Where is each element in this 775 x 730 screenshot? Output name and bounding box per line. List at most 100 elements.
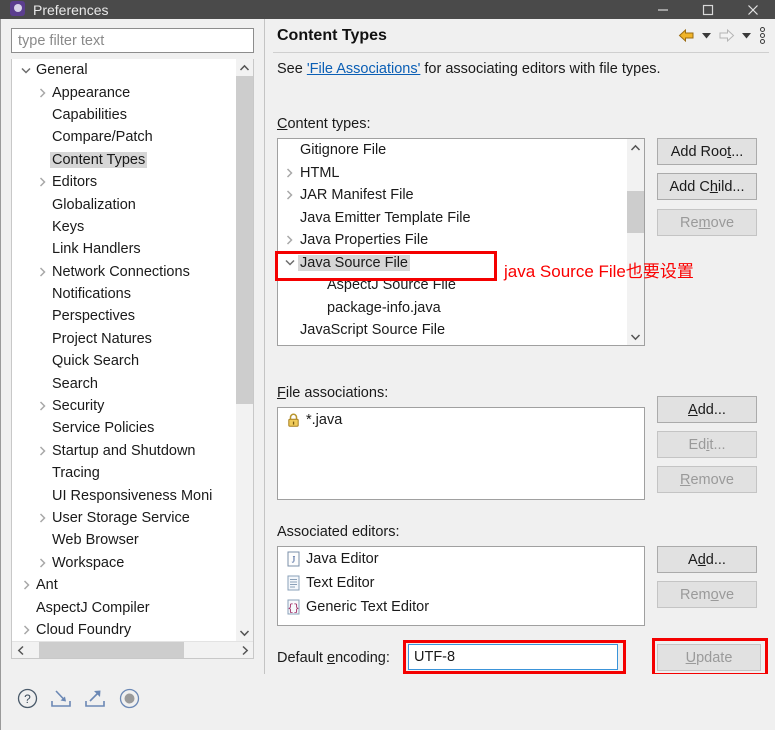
forward-menu-chevron-down-icon[interactable] (739, 25, 753, 47)
filter-input[interactable] (11, 28, 254, 53)
associated-editor-row[interactable]: Text Editor (278, 571, 644, 595)
sidebar-item-tracing[interactable]: Tracing (12, 462, 238, 484)
tree-horizontal-scrollbar[interactable] (12, 641, 253, 658)
chevron-right-icon[interactable] (281, 168, 298, 178)
sidebar-item-search[interactable]: Search (12, 372, 238, 394)
sidebar-item-appearance[interactable]: Appearance (12, 81, 238, 103)
import-icon[interactable] (49, 686, 73, 710)
file-associations-list[interactable]: *.java (277, 407, 645, 500)
sidebar-item-label: Appearance (52, 84, 131, 101)
sidebar-item-workspace[interactable]: Workspace (12, 552, 238, 574)
content-type-item[interactable]: Java Properties File (278, 229, 628, 252)
content-types-scrollbar[interactable] (627, 139, 644, 345)
scroll-down-icon[interactable] (236, 624, 253, 641)
scroll-right-icon[interactable] (236, 642, 253, 658)
sidebar-item-aspectj-compiler[interactable]: AspectJ Compiler (12, 596, 238, 618)
sidebar-item-general[interactable]: General (12, 59, 238, 81)
chevron-down-icon[interactable] (281, 259, 298, 266)
content-type-item[interactable]: Gitignore File (278, 139, 628, 162)
minimize-button[interactable] (640, 0, 685, 19)
sidebar-item-perspectives[interactable]: Perspectives (12, 305, 238, 327)
content-type-label: AspectJ Source File (327, 277, 456, 294)
vertical-dots-icon[interactable] (755, 25, 769, 47)
add-child-button[interactable]: Add Ch ild... (657, 173, 757, 200)
header-divider (273, 52, 769, 53)
sidebar-item-link-handlers[interactable]: Link Handlers (12, 238, 238, 260)
associated-editor-row[interactable]: {} Generic Text Editor (278, 595, 644, 619)
sidebar-item-service-policies[interactable]: Service Policies (12, 417, 238, 439)
tree-vertical-scrollbar[interactable] (236, 59, 253, 641)
content-type-item[interactable]: JAR Manifest File (278, 184, 628, 207)
sidebar-item-project-natures[interactable]: Project Natures (12, 328, 238, 350)
chevron-down-icon[interactable] (18, 67, 34, 74)
add-editor-button[interactable]: Ad d... (657, 546, 757, 573)
content-type-item[interactable]: JavaScript Source File (278, 319, 628, 342)
associated-editor-label: Text Editor (306, 575, 375, 591)
window-controls (640, 0, 775, 19)
associated-editor-row[interactable]: J Java Editor (278, 547, 644, 571)
sidebar-item-web-browser[interactable]: Web Browser (12, 529, 238, 551)
sidebar-item-ui-responsiveness-moni[interactable]: UI Responsiveness Moni (12, 484, 238, 506)
chevron-right-icon[interactable] (34, 558, 50, 568)
sidebar-item-capabilities[interactable]: Capabilities (12, 104, 238, 126)
add-file-association-button[interactable]: Add... (657, 396, 757, 423)
associated-editors-list[interactable]: J Java Editor Text Editor {} Generic Text Ed… (277, 546, 645, 626)
sidebar-item-ant[interactable]: Ant (12, 574, 238, 596)
back-arrow-icon[interactable] (675, 25, 697, 47)
tree-hscroll-thumb[interactable] (39, 642, 184, 658)
export-icon[interactable] (83, 686, 107, 710)
page-header: Content Types (265, 19, 775, 52)
scroll-up-icon[interactable] (236, 59, 253, 76)
content-types-list[interactable]: Gitignore File HTML JAR Manifest File Java … (277, 138, 645, 346)
sidebar-item-startup-and-shutdown[interactable]: Startup and Shutdown (12, 440, 238, 462)
content-type-label: Java Properties File (300, 232, 429, 249)
content-type-item[interactable]: package-info.java (278, 297, 628, 320)
content-type-label: Java Source File (298, 254, 410, 271)
sidebar-item-user-storage-service[interactable]: User Storage Service (12, 507, 238, 529)
sidebar-item-quick-search[interactable]: Quick Search (12, 350, 238, 372)
chevron-right-icon[interactable] (18, 580, 34, 590)
file-association-row[interactable]: *.java (278, 408, 644, 432)
content-type-label: package-info.java (327, 299, 441, 316)
maximize-button[interactable] (685, 0, 730, 19)
chevron-right-icon[interactable] (18, 625, 34, 635)
scroll-left-icon[interactable] (12, 642, 29, 658)
sidebar-item-editors[interactable]: Editors (12, 171, 238, 193)
sidebar-item-label: Content Types (50, 151, 148, 168)
sidebar-item-globalization[interactable]: Globalization (12, 193, 238, 215)
sidebar-item-keys[interactable]: Keys (12, 216, 238, 238)
sidebar-item-cloud-foundry[interactable]: Cloud Foundry (12, 619, 238, 641)
sidebar-item-label: Search (52, 375, 98, 392)
back-menu-chevron-down-icon[interactable] (699, 25, 713, 47)
preferences-tree[interactable]: General Appearance Capabilities Compare/Pat… (11, 59, 254, 659)
sidebar-item-label: Link Handlers (52, 241, 141, 258)
sidebar-item-content-types[interactable]: Content Types (12, 149, 238, 171)
scroll-down-icon[interactable] (627, 328, 644, 345)
default-encoding-input[interactable] (408, 644, 618, 670)
chevron-right-icon[interactable] (281, 190, 298, 200)
tree-scroll-thumb[interactable] (236, 76, 253, 404)
sidebar-item-label: Globalization (52, 196, 136, 213)
help-icon[interactable]: ? (15, 686, 39, 710)
content-type-item[interactable]: Java Emitter Template File (278, 207, 628, 230)
chevron-right-icon[interactable] (34, 513, 50, 523)
sidebar-item-notifications[interactable]: Notifications (12, 283, 238, 305)
chevron-right-icon[interactable] (34, 177, 50, 187)
content-type-item[interactable]: HTML (278, 162, 628, 185)
sidebar-item-compare-patch[interactable]: Compare/Patch (12, 126, 238, 148)
sidebar-item-network-connections[interactable]: Network Connections (12, 261, 238, 283)
chevron-right-icon[interactable] (34, 88, 50, 98)
remove-file-association-button: Remove (657, 466, 757, 493)
close-button[interactable] (730, 0, 775, 19)
chevron-right-icon[interactable] (281, 235, 298, 245)
file-associations-link[interactable]: 'File Associations' (307, 61, 421, 77)
chevron-right-icon[interactable] (34, 267, 50, 277)
scroll-up-icon[interactable] (627, 139, 644, 156)
sidebar-item-security[interactable]: Security (12, 395, 238, 417)
chevron-right-icon[interactable] (34, 446, 50, 456)
chevron-right-icon[interactable] (34, 401, 50, 411)
remove-content-type-button: Re m ove (657, 209, 757, 236)
record-icon[interactable] (117, 686, 141, 710)
add-root-button[interactable]: Add Roo t... (657, 138, 757, 165)
content-types-scroll-thumb[interactable] (627, 191, 644, 233)
